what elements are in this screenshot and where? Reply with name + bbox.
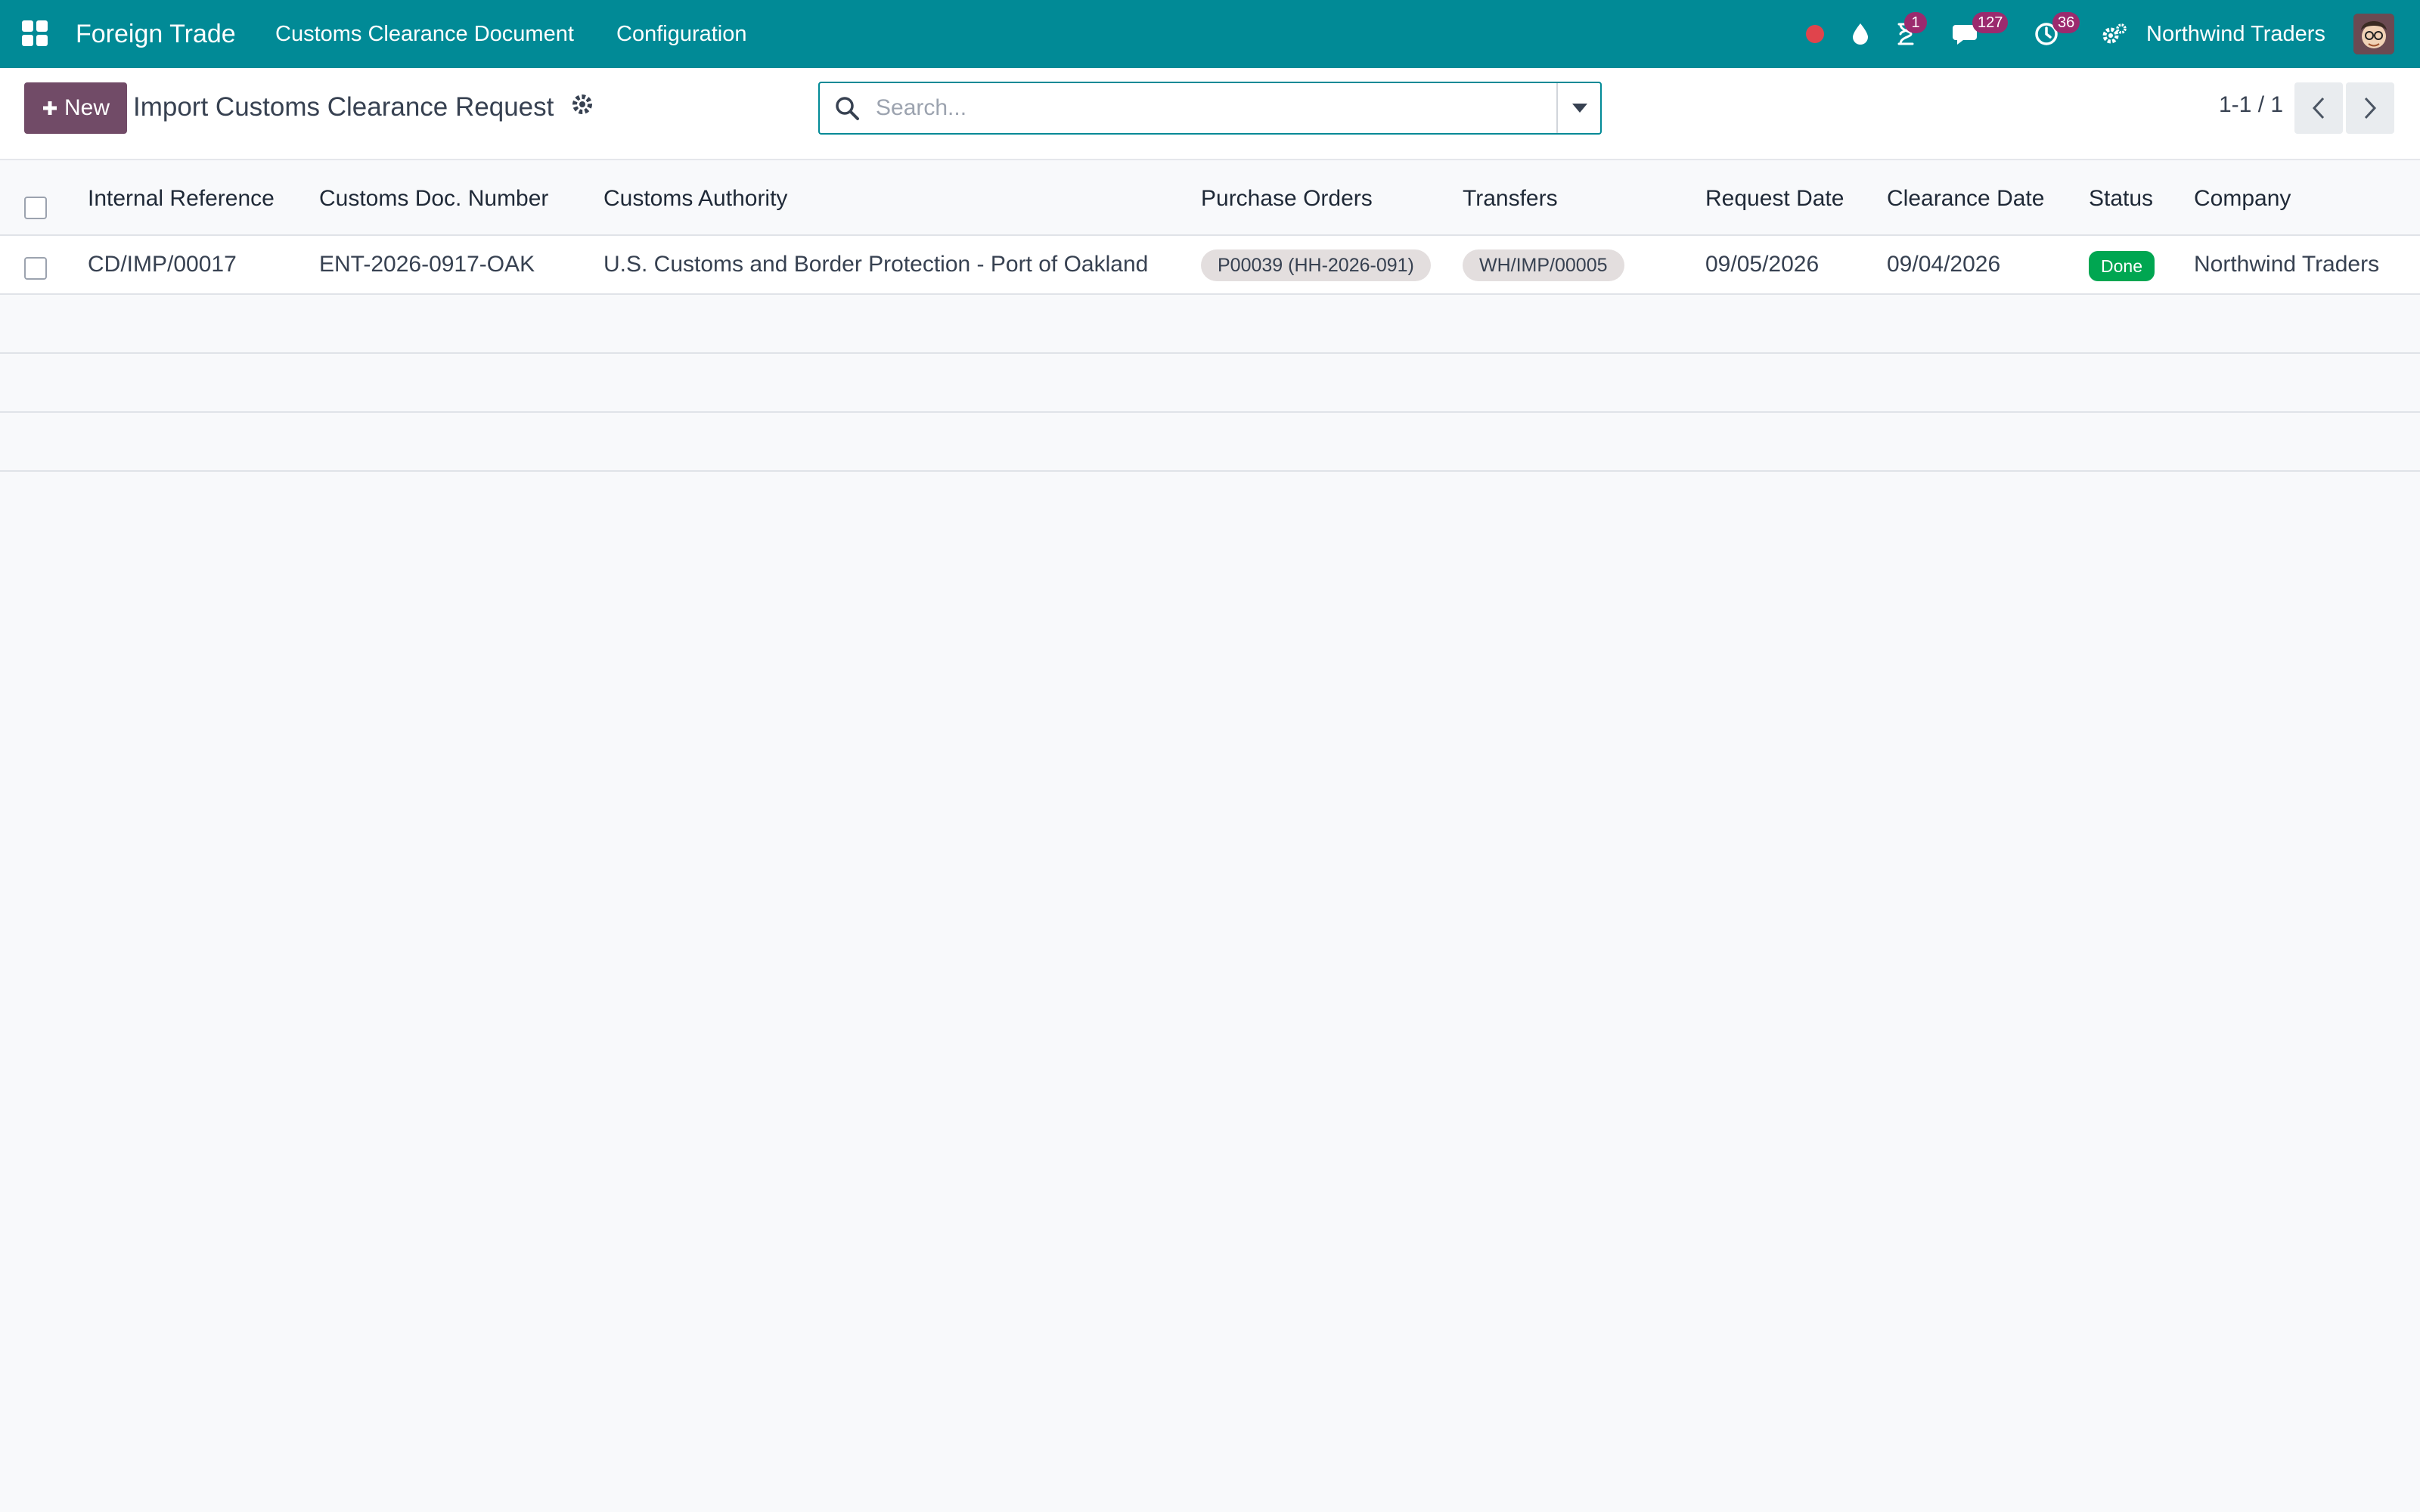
- status-badge: Done: [2089, 251, 2155, 281]
- list-header: Internal Reference Customs Doc. Number C…: [0, 162, 2420, 236]
- search-options-toggle[interactable]: [1556, 83, 1602, 133]
- drop-icon: [1853, 23, 1868, 45]
- transfer-tag[interactable]: WH/IMP/00005: [1463, 249, 1624, 281]
- search-box: [818, 82, 1602, 135]
- user-avatar[interactable]: [2353, 14, 2394, 54]
- settings-button[interactable]: [2099, 19, 2130, 49]
- new-button[interactable]: New: [24, 82, 127, 134]
- cell-request-date: 09/05/2026: [1705, 252, 1820, 277]
- column-customs-authority[interactable]: Customs Authority: [603, 162, 787, 236]
- plus-icon: [42, 101, 57, 115]
- column-customs-doc-number[interactable]: Customs Doc. Number: [319, 162, 548, 236]
- app-name[interactable]: Foreign Trade: [76, 0, 236, 68]
- pager-next-button[interactable]: [2346, 82, 2394, 134]
- record-button[interactable]: [1800, 19, 1830, 49]
- drop-button[interactable]: [1845, 19, 1876, 49]
- apps-grid-icon[interactable]: [22, 20, 48, 46]
- cell-customs-doc-number: ENT-2026-0917-OAK: [319, 252, 535, 277]
- chevron-right-icon: [2364, 97, 2377, 119]
- messages-badge: 127: [1972, 12, 2009, 33]
- select-all-checkbox[interactable]: [24, 197, 47, 219]
- column-purchase-orders[interactable]: Purchase Orders: [1201, 162, 1373, 236]
- search-icon: [836, 97, 859, 120]
- clock-badge: 36: [2052, 12, 2080, 33]
- column-transfers[interactable]: Transfers: [1463, 162, 1558, 236]
- settings-icon: [2102, 23, 2127, 44]
- record-dot-icon: [1806, 25, 1824, 43]
- column-clearance-date[interactable]: Clearance Date: [1887, 162, 2044, 236]
- menu-item-customs-clearance-document[interactable]: Customs Clearance Document: [275, 0, 574, 68]
- control-panel: New Import Customs Clearance Request 1-1…: [0, 68, 2420, 160]
- activity-badge: 1: [1904, 12, 1927, 33]
- column-internal-reference[interactable]: Internal Reference: [88, 162, 275, 236]
- empty-row: [0, 413, 2420, 472]
- column-company[interactable]: Company: [2194, 162, 2291, 236]
- gear-icon[interactable]: [570, 92, 594, 116]
- page-title: Import Customs Clearance Request: [133, 92, 554, 122]
- cell-company: Northwind Traders: [2194, 252, 2380, 277]
- company-switcher[interactable]: Northwind Traders: [2146, 0, 2325, 68]
- cell-clearance-date: 09/04/2026: [1887, 252, 2001, 277]
- top-navbar: Foreign Trade Customs Clearance Document…: [0, 0, 2420, 68]
- empty-row: [0, 295, 2420, 354]
- table-row[interactable]: CD/IMP/00017 ENT-2026-0917-OAK U.S. Cust…: [0, 236, 2420, 295]
- new-button-label: New: [64, 95, 110, 120]
- cell-customs-authority: U.S. Customs and Border Protection - Por…: [603, 252, 1149, 277]
- column-request-date[interactable]: Request Date: [1705, 162, 1844, 236]
- menu-item-configuration[interactable]: Configuration: [616, 0, 747, 68]
- pager-previous-button[interactable]: [2294, 82, 2343, 134]
- search-input[interactable]: [876, 91, 1571, 125]
- caret-down-icon: [1572, 104, 1587, 113]
- avatar-icon: [2353, 14, 2394, 54]
- column-status[interactable]: Status: [2089, 162, 2153, 236]
- pager-value[interactable]: 1-1 / 1: [2219, 92, 2283, 118]
- empty-row: [0, 354, 2420, 413]
- chevron-left-icon: [2312, 97, 2325, 119]
- purchase-order-tag[interactable]: P00039 (HH-2026-091): [1201, 249, 1431, 281]
- cell-internal-reference: CD/IMP/00017: [88, 252, 237, 277]
- row-checkbox[interactable]: [24, 257, 47, 280]
